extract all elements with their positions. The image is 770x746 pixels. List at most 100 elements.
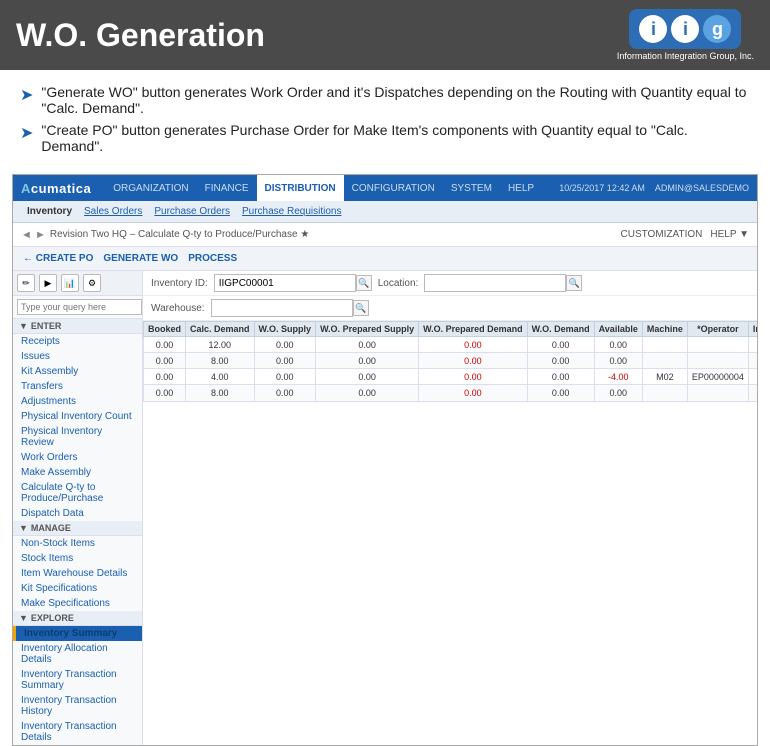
customization-link[interactable]: CUSTOMIZATION	[621, 229, 703, 240]
acumatica-logo: Acumatica	[21, 181, 91, 196]
breadcrumb: ◄ ► Revision Two HQ – Calculate Q-ty to …	[21, 229, 309, 241]
logo-container: i i g Information Integration Group, Inc…	[617, 9, 754, 61]
cell-wo-prep-supply-3: 0.00	[316, 385, 419, 401]
bullet-text-1: "Generate WO" button generates Work Orde…	[41, 84, 750, 116]
cell-operator-1	[687, 353, 748, 369]
gear-icon[interactable]: ⚙	[83, 274, 101, 292]
cell-operator-3	[687, 385, 748, 401]
sidebar-item-dispatch-data[interactable]: Dispatch Data	[13, 506, 142, 521]
second-nav-inventory[interactable]: Inventory	[21, 206, 78, 217]
cell-available-3: 0.00	[594, 385, 642, 401]
cell-include-1[interactable]	[748, 353, 757, 369]
create-po-button[interactable]: ← CREATE PO	[21, 253, 95, 264]
nav-right: 10/25/2017 12:42 AM ADMIN@SALESDEMO	[559, 183, 749, 193]
cell-available-0: 0.00	[594, 337, 642, 353]
sidebar-item-inventory-trans-summary[interactable]: Inventory Transaction Summary	[13, 667, 142, 693]
location-label: Location:	[378, 278, 419, 289]
sidebar-item-work-orders[interactable]: Work Orders	[13, 450, 142, 465]
process-button[interactable]: PROCESS	[186, 253, 239, 264]
sidebar-item-receipts[interactable]: Receipts	[13, 334, 142, 349]
sidebar-item-stock[interactable]: Stock Items	[13, 551, 142, 566]
sidebar-item-kit-specs[interactable]: Kit Specifications	[13, 581, 142, 596]
cell-wo-demand-2: 0.00	[527, 369, 594, 385]
cell-machine-1	[642, 353, 687, 369]
cell-wo-demand-1: 0.00	[527, 353, 594, 369]
second-nav: Inventory Sales Orders Purchase Orders P…	[13, 201, 757, 223]
sidebar-item-non-stock[interactable]: Non-Stock Items	[13, 536, 142, 551]
sidebar-item-kit-assembly[interactable]: Kit Assembly	[13, 364, 142, 379]
page-title: W.O. Generation	[16, 17, 265, 54]
cell-wo-supply-1: 0.00	[254, 353, 316, 369]
sidebar-item-adjustments[interactable]: Adjustments	[13, 394, 142, 409]
nav-item-help[interactable]: HELP	[500, 175, 542, 201]
th-machine: Machine	[642, 322, 687, 337]
nav-back-forward[interactable]: ◄ ►	[21, 229, 46, 241]
play-icon[interactable]: ▶	[39, 274, 57, 292]
cell-booked-3: 0.00	[144, 385, 186, 401]
warehouse-search-icon[interactable]: 🔍	[353, 300, 369, 316]
cell-wo-supply-2: 0.00	[254, 369, 316, 385]
cell-machine-0	[642, 337, 687, 353]
cell-wo-prep-supply-1: 0.00	[316, 353, 419, 369]
cell-wo-prep-demand-2: 0.00	[419, 369, 528, 385]
table-row: 0.00 4.00 0.00 0.00 0.00 0.00 -4.00 M02 …	[144, 369, 758, 385]
second-nav-purchase-req[interactable]: Purchase Requisitions	[236, 206, 348, 217]
cell-include-2[interactable]	[748, 369, 757, 385]
second-nav-purchase-orders[interactable]: Purchase Orders	[148, 206, 236, 217]
warehouse-row: Warehouse: 🔍	[143, 296, 757, 321]
table-area: Booked Calc. Demand W.O. Supply W.O. Pre…	[143, 321, 757, 745]
logo-letter-i2: i	[671, 15, 699, 43]
cell-machine-3	[642, 385, 687, 401]
search-input[interactable]	[17, 299, 142, 315]
pencil-icon[interactable]: ✏	[17, 274, 35, 292]
nav-item-system[interactable]: SYSTEM	[443, 175, 500, 201]
warehouse-input[interactable]	[211, 299, 353, 317]
inventory-id-search-icon[interactable]: 🔍	[356, 275, 372, 291]
nav-item-distribution[interactable]: DISTRIBUTION	[257, 175, 344, 201]
header-banner: W.O. Generation i i g Information Integr…	[0, 0, 770, 70]
cell-calc-demand-2: 4.00	[186, 369, 255, 385]
page-location: Revision Two HQ – Calculate Q-ty to Prod…	[50, 229, 309, 240]
inventory-id-input[interactable]	[214, 274, 356, 292]
sidebar-item-physical-count[interactable]: Physical Inventory Count	[13, 409, 142, 424]
cell-include-0[interactable]	[748, 337, 757, 353]
th-calc-demand: Calc. Demand	[186, 322, 255, 337]
sidebar-item-inventory-trans-history[interactable]: Inventory Transaction History	[13, 693, 142, 719]
th-operator: *Operator	[687, 322, 748, 337]
sidebar-item-make-assembly[interactable]: Make Assembly	[13, 465, 142, 480]
help-link[interactable]: HELP ▼	[710, 229, 749, 240]
cell-available-1: 0.00	[594, 353, 642, 369]
sidebar-item-issues[interactable]: Issues	[13, 349, 142, 364]
bullet-item-2: ➤ "Create PO" button generates Purchase …	[20, 122, 750, 154]
generate-wo-button[interactable]: GENERATE WO	[101, 253, 180, 264]
sidebar-item-item-warehouse[interactable]: Item Warehouse Details	[13, 566, 142, 581]
location-search-icon[interactable]: 🔍	[566, 275, 582, 291]
cell-available-2: -4.00	[594, 369, 642, 385]
cell-include-3[interactable]	[748, 385, 757, 401]
sidebar-item-inventory-trans-details[interactable]: Inventory Transaction Details	[13, 719, 142, 745]
sidebar-section-explore: ▼ EXPLORE	[13, 611, 142, 626]
th-available: Available	[594, 322, 642, 337]
sidebar-item-inventory-summary[interactable]: Inventory Summary	[13, 626, 142, 641]
sidebar-item-inventory-allocation[interactable]: Inventory Allocation Details	[13, 641, 142, 667]
cell-operator-0	[687, 337, 748, 353]
sidebar-item-calc-qty[interactable]: Calculate Q-ty to Produce/Purchase	[13, 480, 142, 506]
cell-wo-prep-supply-0: 0.00	[316, 337, 419, 353]
location-field-group: 🔍	[424, 274, 582, 292]
cell-wo-prep-supply-2: 0.00	[316, 369, 419, 385]
location-input[interactable]	[424, 274, 566, 292]
cell-booked-0: 0.00	[144, 337, 186, 353]
nav-item-finance[interactable]: FINANCE	[197, 175, 257, 201]
cell-booked-2: 0.00	[144, 369, 186, 385]
user-display: ADMIN@SALESDEMO	[655, 183, 749, 193]
nav-item-organization[interactable]: ORGANIZATION	[105, 175, 196, 201]
sidebar-item-physical-review[interactable]: Physical Inventory Review	[13, 424, 142, 450]
sidebar-section-enter: ▼ ENTER	[13, 319, 142, 334]
nav-item-configuration[interactable]: CONFIGURATION	[344, 175, 443, 201]
second-nav-sales-orders[interactable]: Sales Orders	[78, 206, 148, 217]
inventory-id-field-group: 🔍	[214, 274, 372, 292]
sidebar-toolbar: ✏ ▶ 📊 ⚙	[13, 271, 142, 296]
sidebar-item-transfers[interactable]: Transfers	[13, 379, 142, 394]
chart-icon[interactable]: 📊	[61, 274, 79, 292]
sidebar-item-make-specs[interactable]: Make Specifications	[13, 596, 142, 611]
